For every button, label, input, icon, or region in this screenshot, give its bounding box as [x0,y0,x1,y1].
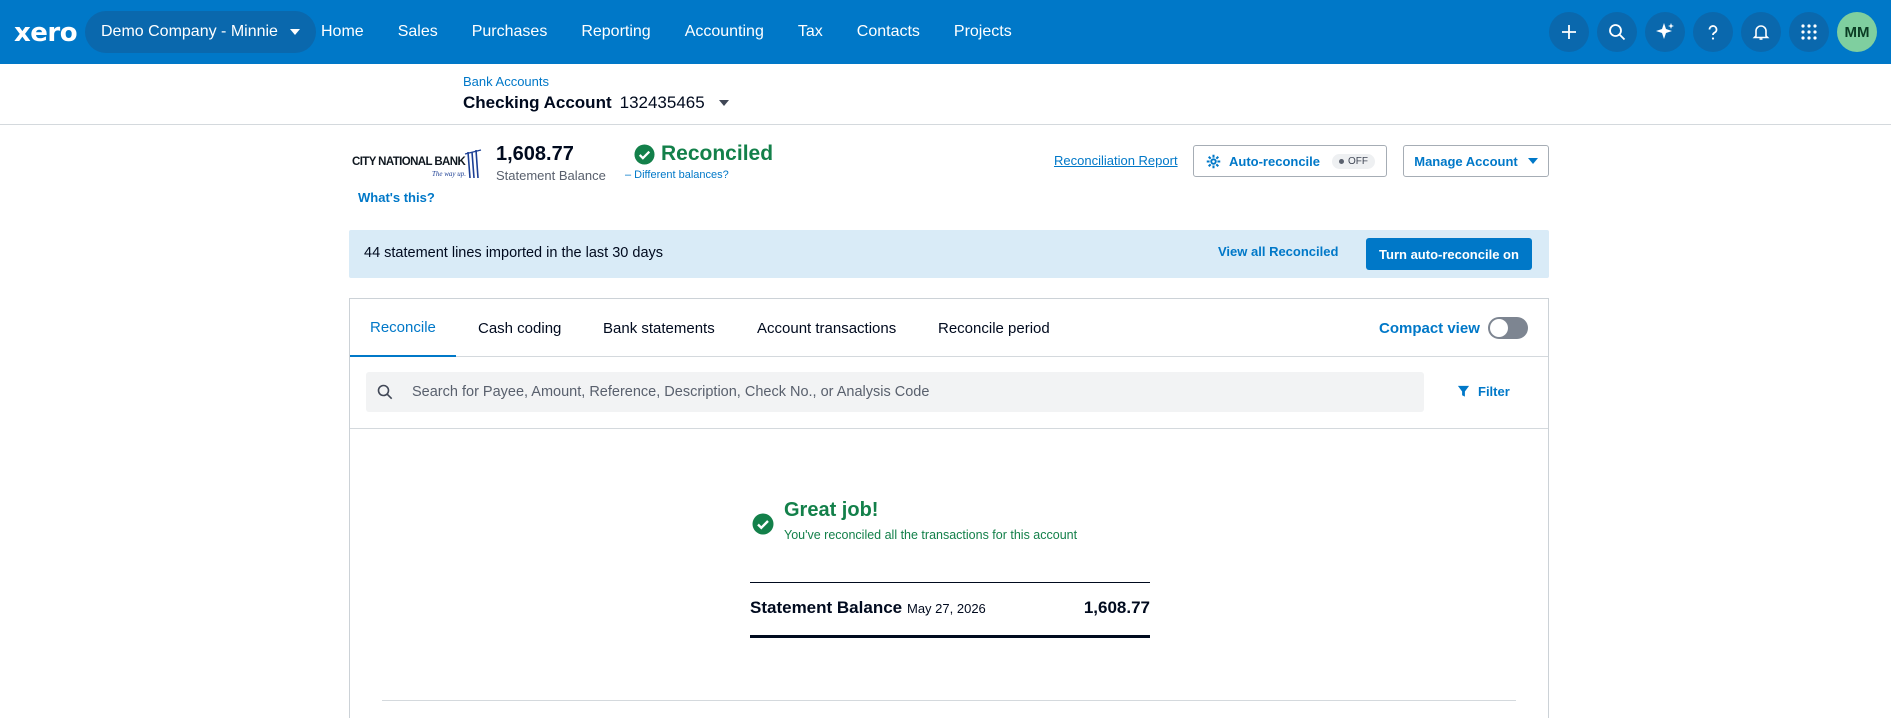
reconciliation-report-link[interactable]: Reconciliation Report [1054,153,1178,168]
nav-contacts[interactable]: Contacts [840,0,937,64]
plus-icon[interactable] [1549,12,1589,52]
nav-tax[interactable]: Tax [781,0,840,64]
statement-balance-summary: Statement Balance May 27, 2026 1,608.77 [750,582,1150,638]
auto-reconcile-state: OFF [1348,155,1369,167]
different-balances-link[interactable]: – Different balances? [625,169,729,181]
auto-reconcile-label: Auto-reconcile [1229,153,1321,169]
nav-accounting[interactable]: Accounting [668,0,781,64]
check-circle-icon [634,143,655,165]
auto-reconcile-status-badge: OFF [1332,153,1376,169]
chevron-down-icon [1527,158,1538,164]
statement-balance-summary-label: Statement Balance [750,598,903,617]
whats-this-link[interactable]: What's this? [358,190,435,205]
reconciled-message-text: Great job! You've reconciled all the tra… [784,499,1077,542]
view-all-reconciled-link[interactable]: View all Reconciled [1218,244,1338,259]
search-box[interactable] [366,372,1424,412]
statement-balance-amount: 1,608.77 [496,143,574,165]
tab-reconcile[interactable]: Reconcile [350,299,456,357]
great-job-subtitle: You've reconciled all the transactions f… [784,528,1078,542]
import-info-text: 44 statement lines imported in the last … [364,245,664,261]
nav-purchases[interactable]: Purchases [455,0,565,64]
auto-reconcile-button[interactable]: Auto-reconcile OFF [1193,145,1387,177]
search-icon [376,383,394,401]
breadcrumb[interactable]: Bank Accounts [463,74,549,89]
gear-icon [1206,154,1221,168]
toggle-switch[interactable] [1487,317,1528,339]
tab-reconcile-period[interactable]: Reconcile period [938,299,1050,357]
apps-grid-icon[interactable] [1789,12,1829,52]
nav-reporting[interactable]: Reporting [564,0,667,64]
account-switcher[interactable]: Checking Account 132435465 [463,93,729,113]
compact-view-toggle[interactable]: Compact view [1379,317,1528,339]
import-info-banner: 44 statement lines imported in the last … [349,230,1549,278]
bank-logo: CITY NATIONAL BANK The way up. [352,148,482,180]
nav-sales[interactable]: Sales [381,0,455,64]
chevron-down-icon [289,29,300,35]
great-job-title: Great job! [784,499,879,521]
top-nav: xero Demo Company - Minnie Home Sales Pu… [0,0,1891,64]
bank-logo-text: CITY NATIONAL BANK [352,156,466,168]
bell-icon[interactable] [1741,12,1781,52]
reconciled-status: Reconciled [634,142,773,166]
account-name: Checking Account [463,93,612,112]
manage-account-button[interactable]: Manage Account [1403,145,1549,177]
nav-actions: MM [1549,12,1877,52]
user-avatar[interactable]: MM [1837,12,1877,52]
chevron-down-icon [718,100,729,106]
search-input[interactable] [412,384,1392,400]
filter-button[interactable]: Filter [1457,384,1510,399]
help-icon[interactable] [1693,12,1733,52]
reconcile-panel: Reconcile Cash coding Bank statements Ac… [349,298,1549,718]
nav-home[interactable]: Home [304,0,381,64]
filter-label: Filter [1478,384,1510,399]
toggle-knob [1489,319,1508,337]
tab-account-transactions[interactable]: Account transactions [757,299,896,357]
page-header: Bank Accounts Checking Account 132435465 [0,64,1891,125]
search-row: Filter [350,357,1548,429]
main-menu: Home Sales Purchases Reporting Accountin… [304,0,1029,64]
nav-projects[interactable]: Projects [937,0,1029,64]
compact-view-label: Compact view [1379,319,1480,337]
turn-auto-reconcile-on-button[interactable]: Turn auto-reconcile on [1366,238,1532,270]
account-number: 132435465 [619,93,705,112]
org-name: Demo Company - Minnie [101,23,278,40]
statement-balance-summary-amount: 1,608.77 [1083,598,1150,617]
divider [382,700,1516,701]
search-icon[interactable] [1597,12,1637,52]
organisation-switcher[interactable]: Demo Company - Minnie [85,11,316,53]
statement-balance-label: Statement Balance [496,168,606,183]
reconciled-label: Reconciled [661,142,774,165]
sparkle-icon[interactable] [1645,12,1685,52]
tab-cash-coding[interactable]: Cash coding [478,299,561,357]
tab-bank-statements[interactable]: Bank statements [603,299,715,357]
reconciled-message: Great job! You've reconciled all the tra… [752,499,1077,542]
tab-bar: Reconcile Cash coding Bank statements Ac… [350,299,1548,357]
status-dot-icon [1339,158,1345,164]
filter-icon [1457,385,1470,397]
statement-date: May 27, 2026 [907,601,986,616]
check-circle-icon [752,513,774,535]
bank-logo-tagline: The way up. [432,170,466,178]
manage-account-label: Manage Account [1414,153,1518,169]
xero-logo[interactable]: xero [14,18,78,48]
